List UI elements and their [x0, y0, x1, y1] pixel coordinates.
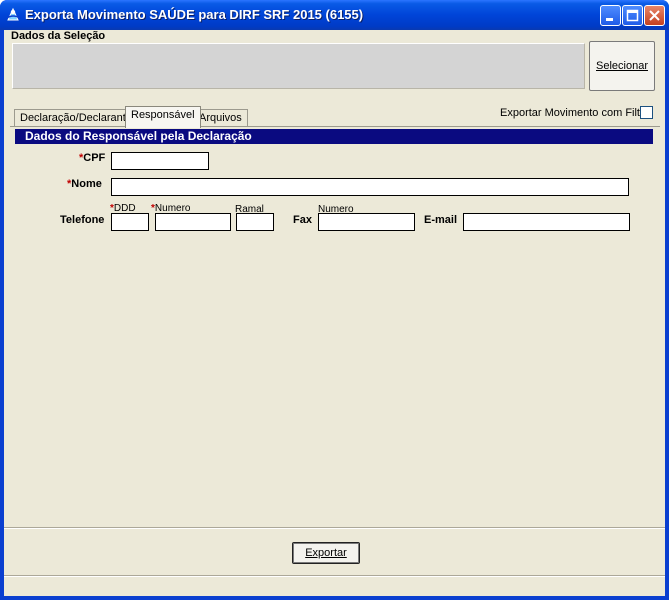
- ddd-input[interactable]: [111, 213, 149, 231]
- telefone-numero-input[interactable]: [155, 213, 231, 231]
- minimize-button[interactable]: [600, 5, 621, 26]
- cpf-label: CPF: [83, 152, 106, 164]
- footer-divider-top: [4, 527, 665, 529]
- export-button-label: Exportar: [305, 547, 347, 559]
- nome-label-group: *Nome: [67, 178, 102, 190]
- nome-label: Nome: [71, 178, 102, 190]
- selection-display-area: [12, 43, 585, 89]
- maximize-icon: [626, 9, 639, 22]
- window-client-area: Dados da Seleção Selecionar Declaração/D…: [4, 30, 665, 596]
- close-icon: [649, 10, 660, 21]
- selection-group-title: Dados da Seleção: [11, 30, 106, 42]
- telefone-label: Telefone: [60, 214, 105, 226]
- main-window: Exporta Movimento SAÚDE para DIRF SRF 20…: [0, 0, 669, 600]
- maximize-button[interactable]: [622, 5, 643, 26]
- tab-declaracao-declarante[interactable]: Declaração/Declarante: [14, 109, 138, 127]
- cpf-label-group: *CPF: [79, 152, 105, 164]
- title-bar[interactable]: Exporta Movimento SAÚDE para DIRF SRF 20…: [0, 0, 669, 30]
- fax-label: Fax: [293, 214, 312, 226]
- tab-arquivos[interactable]: Arquivos: [193, 109, 248, 127]
- fax-input[interactable]: [318, 213, 415, 231]
- ramal-input[interactable]: [236, 213, 274, 231]
- filter-label: Exportar Movimento com Filtro: [500, 107, 650, 119]
- close-button[interactable]: [644, 5, 665, 26]
- export-button[interactable]: Exportar: [292, 542, 360, 564]
- footer-divider-bottom: [4, 575, 665, 577]
- app-icon: [5, 6, 22, 23]
- filter-checkbox[interactable]: [640, 106, 653, 119]
- tab-responsavel[interactable]: Responsável: [125, 106, 201, 128]
- select-button[interactable]: Selecionar: [589, 41, 655, 91]
- window-title: Exporta Movimento SAÚDE para DIRF SRF 20…: [25, 7, 364, 22]
- email-input[interactable]: [463, 213, 630, 231]
- email-label: E-mail: [424, 214, 458, 226]
- cpf-input[interactable]: [111, 152, 209, 170]
- minimize-icon: [606, 18, 613, 21]
- nome-input[interactable]: [111, 178, 629, 196]
- section-header: Dados do Responsável pela Declaração: [15, 129, 653, 144]
